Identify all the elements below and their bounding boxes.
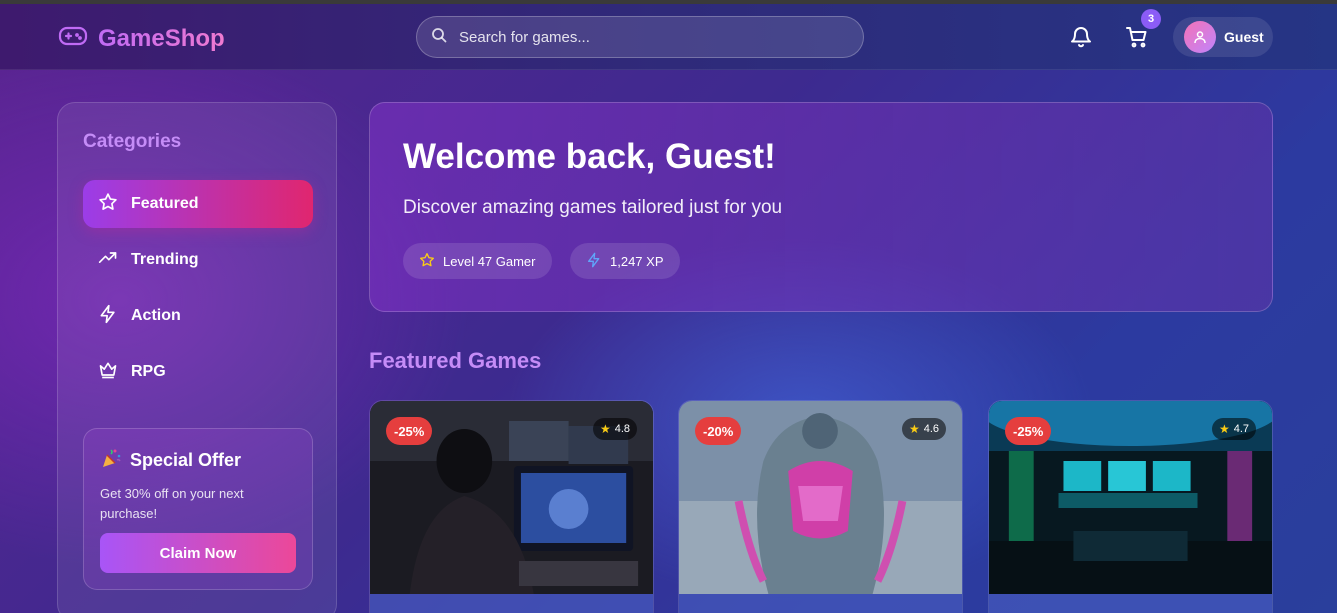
star-icon: ★	[599, 422, 611, 436]
sidebar-item-label: RPG	[131, 363, 166, 380]
rating-value: 4.6	[923, 423, 939, 435]
cart-icon[interactable]	[1125, 25, 1149, 54]
discount-badge: -25%	[386, 417, 433, 445]
crown-icon	[98, 360, 118, 385]
categories-sidebar: Categories Featured Trending Action RPG …	[57, 102, 337, 613]
user-menu[interactable]: Guest	[1173, 17, 1273, 57]
app-name: GameShop	[98, 24, 225, 52]
offer-description: Get 30% off on your next purchase!	[100, 486, 244, 521]
xp-chip: 1,247 XP	[570, 243, 680, 279]
sidebar-item-featured[interactable]: Featured	[83, 180, 313, 228]
cart-count-badge: 3	[1141, 9, 1161, 29]
sidebar-item-trending[interactable]: Trending	[83, 236, 313, 284]
game-card[interactable]: -25% ★ 4.8	[369, 400, 654, 613]
top-bar: GameShop 3 Guest	[0, 4, 1337, 70]
welcome-banner: Welcome back, Guest! Discover amazing ga…	[369, 102, 1273, 312]
rating-badge: ★ 4.6	[901, 418, 946, 440]
discount-badge: -25%	[1005, 417, 1052, 445]
discount-badge: -20%	[695, 417, 742, 445]
star-icon: ★	[908, 422, 920, 436]
gamepad-icon	[58, 24, 88, 53]
search-icon	[431, 27, 447, 48]
lightning-icon	[98, 304, 118, 329]
welcome-subtitle: Discover amazing games tailored just for…	[403, 197, 783, 218]
game-card[interactable]: -20% ★ 4.6	[678, 400, 963, 613]
card-footer	[370, 594, 653, 613]
card-footer	[679, 594, 962, 613]
categories-title: Categories	[83, 131, 182, 152]
star-icon	[419, 252, 435, 271]
user-name: Guest	[1224, 29, 1264, 45]
trending-up-icon	[98, 248, 118, 273]
star-icon	[98, 192, 118, 217]
party-popper-icon	[100, 447, 122, 474]
rating-badge: ★ 4.7	[1211, 418, 1256, 440]
lightning-icon	[586, 252, 602, 271]
sidebar-item-action[interactable]: Action	[83, 292, 313, 340]
level-chip: Level 47 Gamer	[403, 243, 552, 279]
search-input[interactable]	[459, 28, 839, 46]
welcome-title: Welcome back, Guest!	[403, 137, 776, 176]
game-card[interactable]: -25% ★ 4.7	[988, 400, 1273, 613]
claim-now-button[interactable]: Claim Now	[100, 533, 296, 573]
featured-games-title: Featured Games	[369, 348, 542, 373]
card-footer	[989, 594, 1272, 613]
rating-badge: ★ 4.8	[592, 418, 637, 440]
search-bar[interactable]	[416, 16, 864, 58]
offer-title: Special Offer	[130, 450, 242, 470]
star-icon: ★	[1218, 422, 1230, 436]
avatar	[1184, 21, 1216, 53]
sidebar-item-label: Featured	[131, 195, 199, 212]
special-offer-card: Special Offer Get 30% off on your next p…	[83, 428, 313, 590]
notification-bell-icon[interactable]	[1069, 25, 1093, 54]
rating-value: 4.7	[1233, 423, 1249, 435]
sidebar-item-label: Action	[131, 307, 181, 324]
sidebar-item-rpg[interactable]: RPG	[83, 348, 313, 396]
level-text: Level 47 Gamer	[443, 253, 536, 269]
sidebar-item-label: Trending	[131, 251, 199, 268]
rating-value: 4.8	[614, 423, 630, 435]
xp-text: 1,247 XP	[610, 253, 664, 269]
logo[interactable]: GameShop	[58, 24, 225, 53]
